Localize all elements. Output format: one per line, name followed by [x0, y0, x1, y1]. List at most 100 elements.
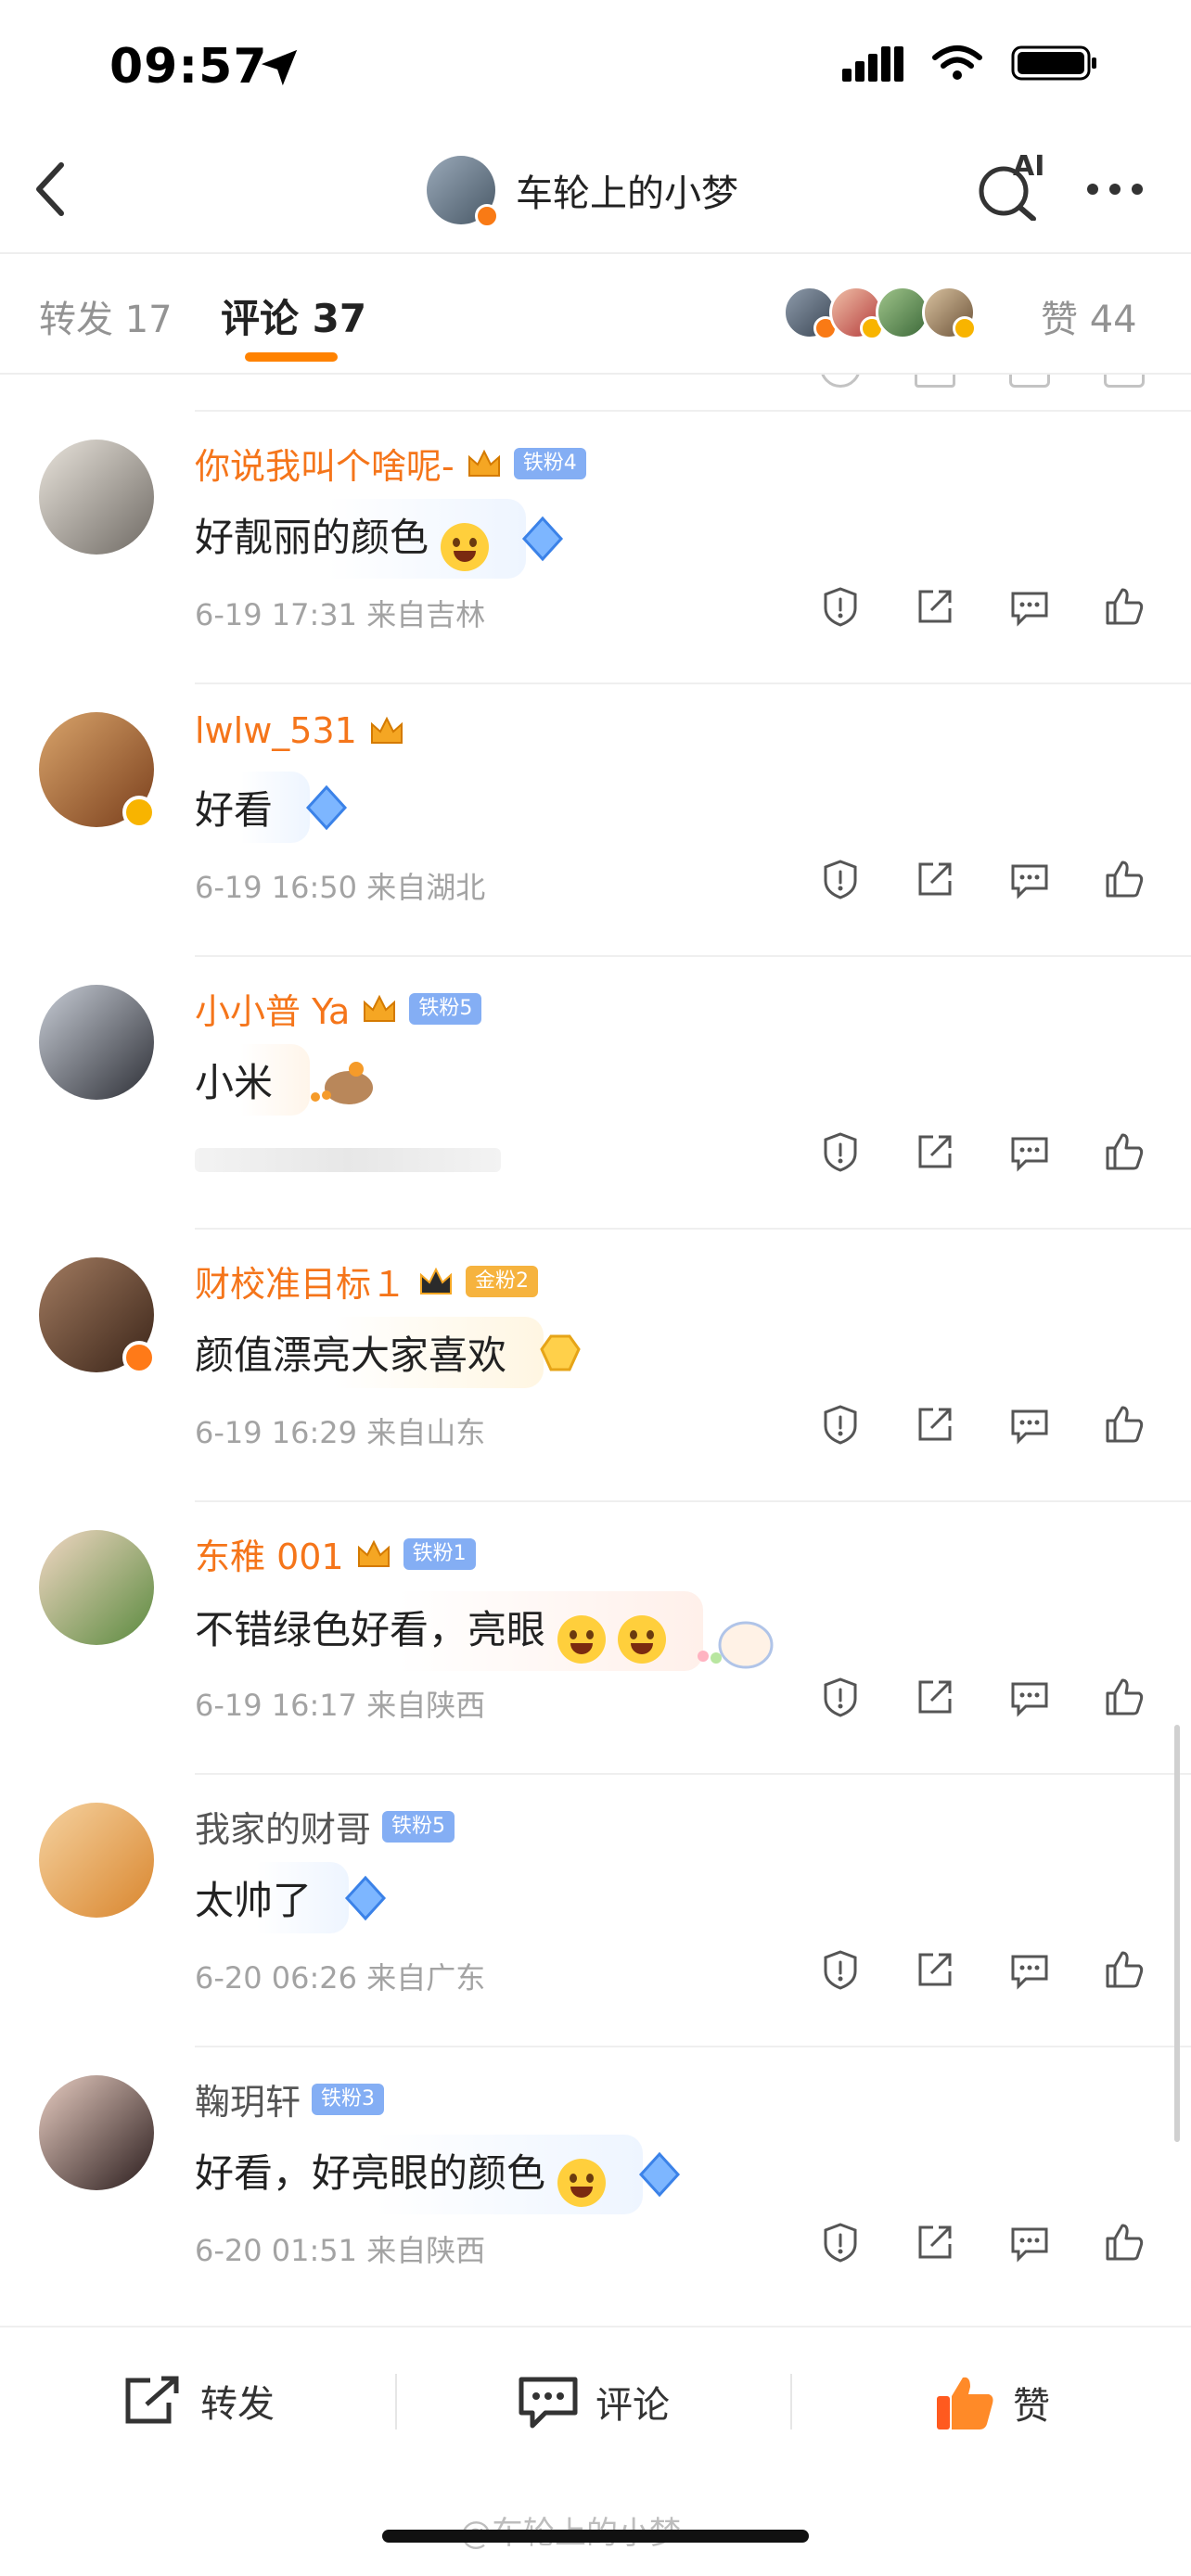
comment-meta: 6-19 17:31 来自吉林	[195, 597, 486, 632]
share-icon[interactable]	[915, 1949, 955, 1990]
fan-badge: 铁粉5	[382, 1810, 455, 1843]
report-icon[interactable]	[820, 859, 861, 899]
commenter-name[interactable]: 我家的财哥	[195, 1801, 371, 1852]
share-icon[interactable]	[915, 1404, 955, 1445]
wifi-icon	[932, 45, 982, 80]
like-icon[interactable]	[1104, 1404, 1145, 1445]
comment-button[interactable]: 评论	[518, 2374, 670, 2429]
tab-active-indicator	[245, 352, 338, 362]
report-icon[interactable]	[820, 1131, 861, 1172]
crown-icon	[357, 1539, 390, 1567]
like-button[interactable]: 赞	[935, 2374, 1050, 2431]
commenter-avatar[interactable]	[39, 1803, 154, 1918]
commenter-avatar[interactable]	[39, 1257, 156, 1374]
fan-badge: 铁粉5	[409, 992, 482, 1025]
verified-badge-icon	[122, 796, 156, 829]
blue-diamond-icon	[344, 1875, 387, 1920]
comment-item[interactable]: 财校准目标１ 金粉2 颜值漂亮大家喜欢 6-19 16:29 来自山东	[0, 1230, 1191, 1502]
comment-icon	[519, 2377, 578, 2429]
share-icon[interactable]	[915, 1131, 955, 1172]
back-icon[interactable]	[30, 159, 70, 219]
capybara-sticker-icon	[311, 1061, 374, 1104]
ai-search-button[interactable]: AI	[976, 150, 1044, 222]
tab-repost[interactable]: 转发 17	[39, 289, 173, 343]
crown-icon	[370, 716, 403, 744]
comment-meta: 6-19 16:50 来自湖北	[195, 870, 486, 905]
reply-icon[interactable]	[1009, 1949, 1050, 1990]
comment-item[interactable]: 你说我叫个啥呢- 铁粉4 好靓丽的颜色 6-19 17:31 来自吉林	[0, 412, 1191, 684]
report-icon[interactable]	[820, 2222, 861, 2263]
verified-badge-icon	[122, 1341, 156, 1374]
commenter-avatar[interactable]	[39, 2075, 154, 2190]
commenter-avatar[interactable]	[39, 985, 154, 1100]
commenter-name-row: lwlw_531	[195, 710, 405, 751]
commenter-name[interactable]: 鞠玥轩	[195, 2073, 301, 2124]
commenter-avatar[interactable]	[39, 440, 154, 555]
author-avatar[interactable]	[427, 156, 499, 228]
blue-diamond-icon	[305, 784, 348, 830]
tab-like[interactable]: 赞 44	[1041, 289, 1137, 343]
report-icon[interactable]	[820, 1949, 861, 1990]
bottom-bar-separator	[790, 2374, 792, 2429]
commenter-avatar[interactable]	[39, 712, 156, 829]
commenter-name[interactable]: 你说我叫个啥呢-	[195, 438, 455, 489]
location-arrow-icon	[261, 49, 298, 86]
like-icon[interactable]	[1104, 1677, 1145, 1717]
comment-body: 好看	[195, 772, 351, 843]
like-icon[interactable]	[1104, 1949, 1145, 1990]
comment-item[interactable]: 我家的财哥 铁粉5 太帅了 6-20 06:26 来自广东	[0, 1775, 1191, 2047]
tab-comment[interactable]: 评论 37	[221, 287, 366, 344]
share-icon[interactable]	[915, 586, 955, 627]
comment-item[interactable]: 东稚 001 铁粉1 不错绿色好看，亮眼 6-19 16:17 来自陕西	[0, 1502, 1191, 1775]
share-icon[interactable]	[915, 2222, 955, 2263]
like-icon[interactable]	[1104, 586, 1145, 627]
commenter-name[interactable]: 小小普 Ya	[195, 983, 350, 1034]
repost-icon	[125, 2376, 179, 2424]
cat-sticker-icon	[698, 1621, 774, 1669]
reply-icon[interactable]	[1009, 1677, 1050, 1717]
like-icon[interactable]	[1104, 2222, 1145, 2263]
reply-icon[interactable]	[1009, 1404, 1050, 1445]
comment-meta: 6-20 06:26 来自广东	[195, 1960, 486, 1996]
like-icon[interactable]	[1104, 859, 1145, 899]
report-icon[interactable]	[820, 586, 861, 627]
reply-icon[interactable]	[1009, 2222, 1050, 2263]
share-icon[interactable]	[915, 1677, 955, 1717]
reply-icon[interactable]	[1009, 1131, 1050, 1172]
liker-avatar	[922, 286, 977, 340]
comment-label: 评论	[596, 2384, 670, 2427]
like-icon[interactable]	[1104, 1131, 1145, 1172]
nav-divider	[0, 252, 1191, 254]
scrollbar[interactable]	[1174, 1725, 1180, 2142]
comment-body: 小米	[195, 1044, 378, 1116]
laugh-emoji-icon	[441, 522, 490, 571]
cut-off-row	[820, 375, 1191, 389]
nav-title-group[interactable]: 车轮上的小梦	[427, 156, 738, 228]
commenter-name[interactable]: lwlw_531	[195, 710, 357, 751]
commenter-name[interactable]: 东稚 001	[195, 1528, 344, 1579]
comment-body: 颜值漂亮大家喜欢	[195, 1317, 584, 1388]
report-icon[interactable]	[820, 1404, 861, 1445]
repost-button[interactable]: 转发	[122, 2374, 275, 2428]
comment-actions	[820, 1949, 1145, 1990]
crown-icon	[364, 994, 396, 1022]
commenter-avatar[interactable]	[39, 1530, 154, 1645]
share-icon[interactable]	[915, 859, 955, 899]
comment-item[interactable]: 小小普 Ya 铁粉5 小米	[0, 957, 1191, 1230]
liker-avatars[interactable]	[783, 286, 977, 340]
status-time: 09:57	[109, 39, 268, 95]
report-icon[interactable]	[820, 1677, 861, 1717]
reply-icon[interactable]	[1009, 859, 1050, 899]
gold-gem-icon	[540, 1334, 581, 1371]
home-indicator[interactable]	[382, 2530, 809, 2543]
commenter-name[interactable]: 财校准目标１	[195, 1256, 406, 1307]
reply-icon[interactable]	[1009, 586, 1050, 627]
comment-meta: 6-19 16:17 来自陕西	[195, 1688, 486, 1723]
more-icon[interactable]	[1087, 184, 1143, 195]
crying-laugh-emoji-icon	[557, 2158, 607, 2207]
status-icons	[842, 45, 1098, 82]
comment-item[interactable]: lwlw_531 好看 6-19 16:50 来自湖北	[0, 684, 1191, 957]
excited-emoji-icon	[557, 1614, 607, 1664]
fan-badge: 铁粉3	[312, 2083, 385, 2115]
comment-item[interactable]: 鞠玥轩 铁粉3 好看，好亮眼的颜色 6-20 01:51 来自陕西	[0, 2047, 1191, 2320]
